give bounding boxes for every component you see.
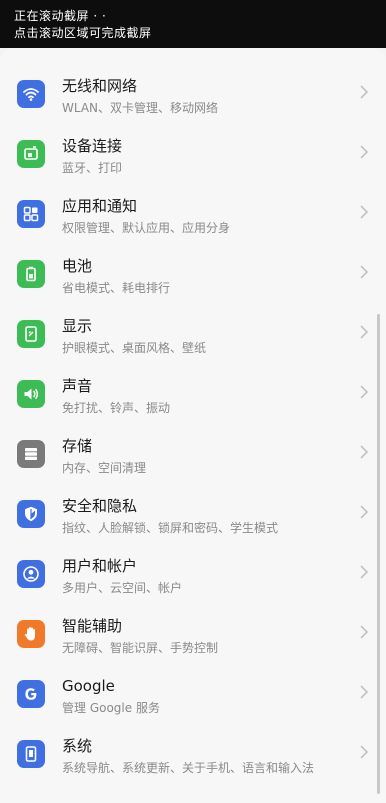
settings-item-system[interactable]: 系统 系统导航、系统更新、关于手机、语言和输入法 [0, 724, 386, 800]
chevron-right-icon [360, 265, 368, 279]
sound-icon [17, 380, 45, 408]
storage-icon [17, 440, 45, 468]
chevron-right-icon [360, 745, 368, 759]
chevron-right-icon [360, 325, 368, 339]
apps-grid-icon [17, 200, 45, 228]
settings-item-google[interactable]: Google 管理 Google 服务 [0, 664, 386, 724]
settings-item-title: 显示 [62, 317, 93, 335]
settings-item-subtitle: 多用户、云空间、帐户 [62, 581, 183, 595]
settings-item-wireless-network[interactable]: 无线和网络 WLAN、双卡管理、移动网络 [0, 64, 386, 124]
chevron-right-icon [360, 205, 368, 219]
wifi-icon [17, 80, 45, 108]
settings-item-subtitle: WLAN、双卡管理、移动网络 [62, 101, 219, 115]
chevron-right-icon [360, 85, 368, 99]
settings-item-title: 应用和通知 [62, 197, 138, 215]
settings-item-subtitle: 省电模式、耗电排行 [62, 281, 171, 295]
scrolling-screenshot-banner[interactable]: 正在滚动截屏 · · 点击滚动区域可完成截屏 [0, 0, 386, 48]
banner-status-text: 正在滚动截屏 · · [14, 9, 107, 23]
settings-item-storage[interactable]: 存储 内存、空间清理 [0, 424, 386, 484]
settings-item-title: 声音 [62, 377, 93, 395]
settings-item-security-privacy[interactable]: 安全和隐私 指纹、人脸解锁、锁屏和密码、学生模式 [0, 484, 386, 544]
settings-item-device-connection[interactable]: 设备连接 蓝牙、打印 [0, 124, 386, 184]
settings-item-title: 无线和网络 [62, 77, 138, 95]
settings-item-subtitle: 免打扰、铃声、振动 [62, 401, 171, 415]
settings-item-subtitle: 护眼模式、桌面风格、壁纸 [62, 341, 207, 355]
chevron-right-icon [360, 505, 368, 519]
settings-item-users-accounts[interactable]: 用户和帐户 多用户、云空间、帐户 [0, 544, 386, 604]
scrollbar[interactable] [377, 314, 380, 794]
settings-item-sound[interactable]: 声音 免打扰、铃声、振动 [0, 364, 386, 424]
display-icon [17, 320, 45, 348]
settings-item-title: 系统 [62, 737, 93, 755]
chevron-right-icon [360, 685, 368, 699]
chevron-right-icon [360, 625, 368, 639]
chevron-right-icon [360, 565, 368, 579]
chevron-right-icon [360, 145, 368, 159]
settings-item-title: 存储 [62, 437, 93, 455]
shield-icon [17, 500, 45, 528]
settings-list: 无线和网络 WLAN、双卡管理、移动网络 设备连接 蓝牙、打印 应用和通知 权限 [0, 64, 386, 800]
settings-item-title: 智能辅助 [62, 617, 123, 635]
chevron-right-icon [360, 445, 368, 459]
settings-item-title: 用户和帐户 [62, 557, 138, 575]
settings-item-subtitle: 无障碍、智能识屏、手势控制 [62, 641, 219, 655]
settings-item-title: 电池 [62, 257, 93, 275]
settings-item-subtitle: 管理 Google 服务 [62, 701, 160, 715]
battery-icon [17, 260, 45, 288]
settings-item-title: Google [62, 677, 115, 695]
settings-item-battery[interactable]: 电池 省电模式、耗电排行 [0, 244, 386, 304]
settings-item-title: 安全和隐私 [62, 497, 138, 515]
user-icon [17, 560, 45, 588]
settings-item-subtitle: 指纹、人脸解锁、锁屏和密码、学生模式 [62, 521, 279, 535]
settings-item-subtitle: 蓝牙、打印 [62, 161, 123, 175]
device-connection-icon [17, 140, 45, 168]
settings-list-panel[interactable]: 无线和网络 WLAN、双卡管理、移动网络 设备连接 蓝牙、打印 应用和通知 权限 [0, 48, 386, 803]
hand-icon [17, 620, 45, 648]
system-icon [17, 740, 45, 768]
settings-item-subtitle: 权限管理、默认应用、应用分身 [62, 221, 231, 235]
settings-item-apps-notifications[interactable]: 应用和通知 权限管理、默认应用、应用分身 [0, 184, 386, 244]
settings-item-smart-assistance[interactable]: 智能辅助 无障碍、智能识屏、手势控制 [0, 604, 386, 664]
settings-item-title: 设备连接 [62, 137, 123, 155]
settings-item-subtitle: 内存、空间清理 [62, 461, 147, 475]
banner-hint-text: 点击滚动区域可完成截屏 [14, 26, 152, 40]
settings-item-display[interactable]: 显示 护眼模式、桌面风格、壁纸 [0, 304, 386, 364]
settings-item-subtitle: 系统导航、系统更新、关于手机、语言和输入法 [62, 761, 315, 775]
google-icon [17, 680, 45, 708]
screen: 正在滚动截屏 · · 点击滚动区域可完成截屏 无线和网络 WLAN、双卡管理、移… [0, 0, 386, 803]
chevron-right-icon [360, 385, 368, 399]
